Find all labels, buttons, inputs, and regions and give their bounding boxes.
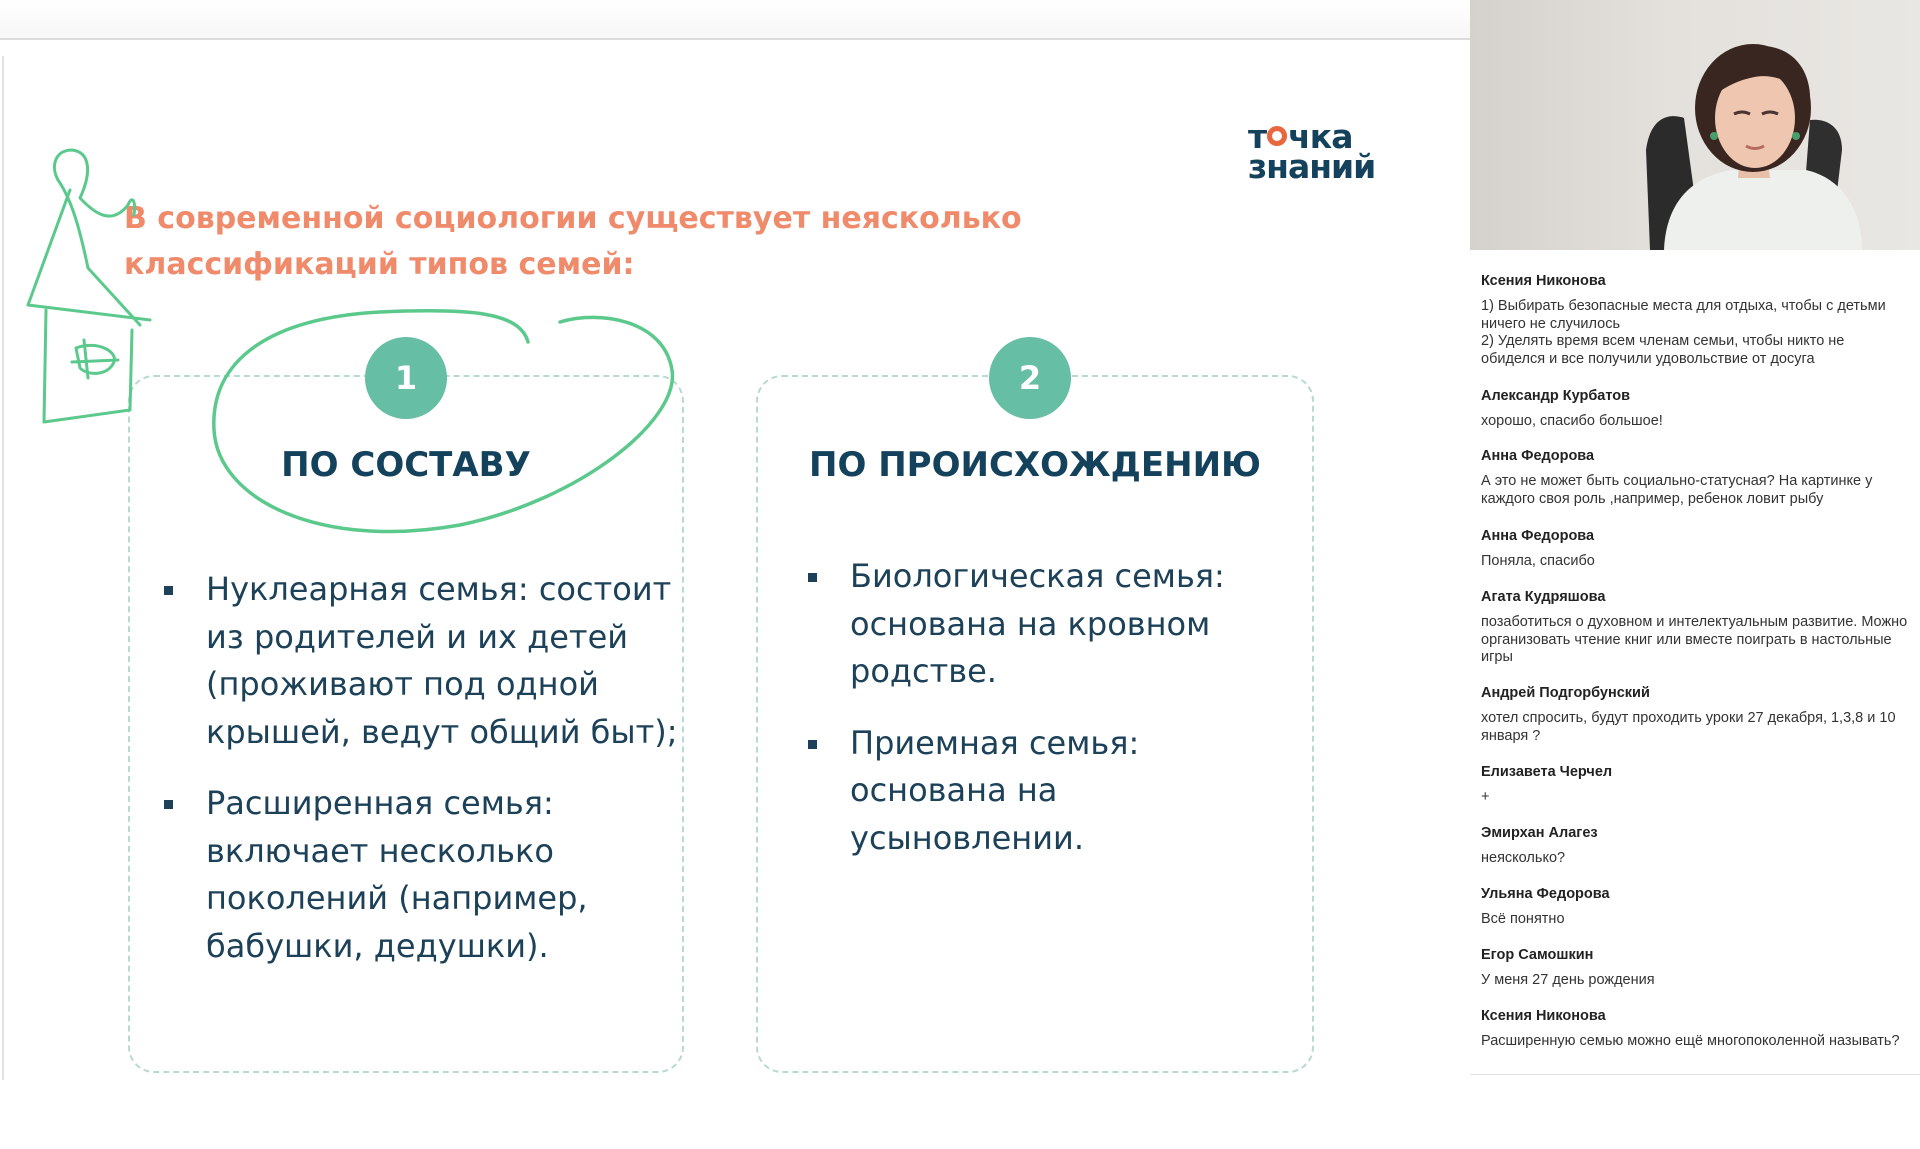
message-author: Андрей Подгорбунский — [1481, 685, 1650, 701]
chat-message: Ксения Никонова 1) Выбирать безопасные м… — [1481, 272, 1911, 369]
card-list: Нуклеарная семья: состоит из родителей и… — [164, 566, 684, 994]
chat-message: Андрей Подгорбунский хотел спросить, буд… — [1481, 684, 1911, 745]
message-text: 1) Выбирать безопасные места для отдыха,… — [1481, 298, 1886, 368]
message-text: неясколько? — [1481, 850, 1566, 866]
list-item: Биологическая семья: основана на кровном… — [808, 553, 1278, 696]
message-author: Агата Кудряшова — [1481, 589, 1606, 605]
slide-heading: В современной социологии существует неяс… — [124, 201, 1022, 282]
slide-toolbar-strip — [0, 0, 1470, 40]
chat-message: Агата Кудряшова позаботиться о духовном … — [1481, 588, 1911, 667]
message-text: позаботиться о духовном и интелектуальны… — [1481, 614, 1908, 666]
list-item: Нуклеарная семья: состоит из родителей и… — [164, 566, 684, 756]
list-item: Приемная семья: основана на усыновлении. — [808, 720, 1278, 863]
slide-left-border — [2, 56, 4, 1080]
message-author: Эмирхан Алагез — [1481, 825, 1598, 841]
message-author: Елизавета Черчел — [1481, 764, 1613, 780]
message-text: Расширенную семью можно ещё многопоколен… — [1481, 1033, 1900, 1049]
chat-panel[interactable]: Ксения Никонова 1) Выбирать безопасные м… — [1470, 250, 1920, 1075]
message-author: Ксения Никонова — [1481, 273, 1606, 289]
card-number-badge: 1 — [365, 337, 447, 419]
person-video-feed — [1646, 44, 1862, 250]
chat-message: Ульяна Федорова Всё понятно — [1481, 885, 1911, 929]
brand-logo: т чка знаний — [1248, 117, 1376, 186]
bullet-icon — [164, 586, 173, 595]
message-text: Поняла, спасибо — [1481, 553, 1595, 569]
bullet-icon — [808, 573, 817, 582]
card-list: Биологическая семья: основана на кровном… — [808, 553, 1278, 886]
logo-dot-icon — [1267, 126, 1288, 146]
message-author: Анна Федорова — [1481, 528, 1595, 544]
message-text: хотел спросить, будут проходить уроки 27… — [1481, 710, 1896, 744]
message-text: У меня 27 день рождения — [1481, 972, 1655, 988]
chat-message: Анна Федорова А это не может быть социал… — [1481, 447, 1911, 508]
bullet-icon — [808, 739, 817, 749]
chat-message: Елизавета Черчел + — [1481, 763, 1911, 807]
message-text: хорошо, спасибо большое! — [1481, 413, 1663, 429]
card-title: ПО ПРОИСХОЖДЕНИЮ — [809, 445, 1261, 485]
card-number-badge: 2 — [989, 337, 1071, 419]
chat-message: Александр Курбатов хорошо, спасибо больш… — [1481, 387, 1911, 431]
chat-message: Эмирхан Алагез неясколько? — [1481, 824, 1911, 868]
message-text: + — [1481, 789, 1490, 805]
chat-message: Егор Самошкин У меня 27 день рождения — [1481, 946, 1911, 990]
message-text: А это не может быть социально-статусная?… — [1481, 473, 1873, 507]
chat-message: Анна Федорова Поняла, спасибо — [1481, 527, 1911, 571]
chat-message: Ксения Никонова Расширенную семью можно … — [1481, 1007, 1911, 1051]
presentation-slide: т чка знаний В современной социологии сущ… — [0, 0, 1470, 1080]
list-item: Расширенная семья: включает несколько по… — [164, 780, 684, 970]
message-author: Егор Самошкин — [1481, 947, 1594, 963]
card-title: ПО СОСТАВУ — [281, 445, 531, 485]
message-author: Ксения Никонова — [1481, 1008, 1606, 1024]
message-author: Ульяна Федорова — [1481, 886, 1610, 902]
message-author: Анна Федорова — [1481, 448, 1595, 464]
bullet-icon — [164, 800, 173, 809]
message-text: Всё понятно — [1481, 911, 1565, 927]
message-author: Александр Курбатов — [1481, 388, 1631, 404]
speaker-video-feed — [1470, 0, 1920, 250]
